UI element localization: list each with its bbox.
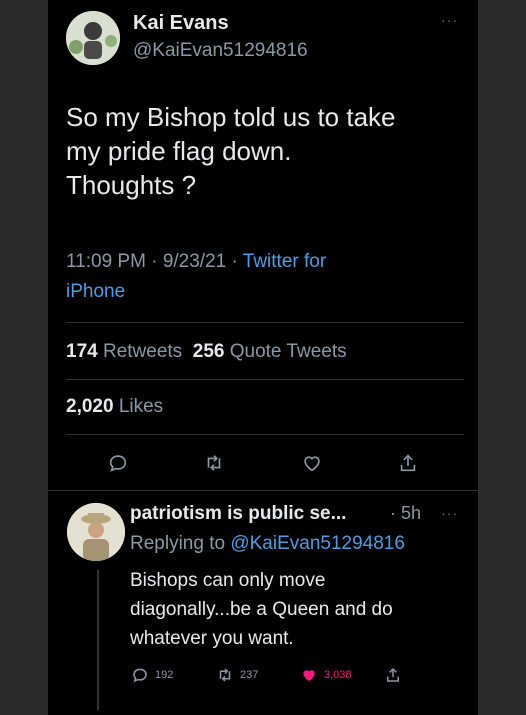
tweet-text: So my Bishop told us to take my pride fl… [66,100,466,202]
reply-text-line: whatever you want. [130,628,294,649]
reply-count: 192 [155,669,174,681]
share-icon [387,667,399,682]
divider [66,379,464,380]
reply-time[interactable]: · 5h [390,503,421,524]
like-icon[interactable] [299,450,325,476]
retweet-count: 237 [240,669,259,681]
replying-prefix: Replying to [130,533,226,554]
tweet-text-line: my pride flag down. [66,136,292,166]
retweet-stats[interactable]: 174 Retweets 256 Quote Tweets [66,341,347,363]
reply-icon [133,668,147,683]
divider [66,434,464,435]
likes-count: 2,020 [66,396,114,417]
heart-filled-icon [303,670,315,681]
replying-handle-link[interactable]: @KaiEvan51294816 [230,533,405,554]
divider [48,490,478,491]
tweet-source-link-2[interactable]: iPhone [66,281,125,302]
reply-text: Bishops can only move diagonally...be a … [130,566,460,653]
reply-reply-button[interactable]: 192 [131,666,173,684]
thread-line [97,570,99,710]
replying-to: Replying to @KaiEvan51294816 [130,533,405,555]
tweet-time[interactable]: 11:09 PM [66,251,146,272]
tweet-text-line: So my Bishop told us to take [66,102,396,132]
reply-text-line: Bishops can only move [130,570,326,591]
share-icon[interactable] [395,450,421,476]
author-avatar[interactable] [66,11,120,65]
reply-like-button[interactable]: 3,038 [300,666,352,684]
reply-author-name[interactable]: patriotism is public se... [130,503,346,525]
reply-more-options-icon[interactable]: ··· [441,505,458,521]
tweet-meta: 11:09 PM · 9/23/21 · Twitter for iPhone [66,247,446,307]
retweet-icon[interactable] [201,450,227,476]
reply-author-avatar[interactable] [67,503,125,561]
author-name[interactable]: Kai Evans [133,12,229,35]
tweet-source-link[interactable]: Twitter for [243,251,326,272]
like-count: 3,038 [324,669,352,681]
meta-separator: · [151,251,158,272]
meta-separator: · [231,251,238,272]
reply-text-line: diagonally...be a Queen and do [130,599,393,620]
quotes-label: Quote Tweets [229,341,347,362]
author-handle[interactable]: @KaiEvan51294816 [133,40,308,62]
reply-icon[interactable] [105,450,131,476]
tweet-date[interactable]: 9/23/21 [163,251,226,272]
retweet-icon [219,668,231,682]
reply-share-button[interactable] [384,666,402,684]
divider [66,322,464,323]
likes-label: Likes [118,396,164,417]
retweets-count: 174 [66,341,98,362]
tweet-text-line: Thoughts ? [66,170,197,200]
more-options-icon[interactable]: ··· [441,12,458,28]
reply-retweet-button[interactable]: 237 [216,666,258,684]
quotes-count: 256 [192,341,225,362]
likes-stats[interactable]: 2,020 Likes [66,396,163,418]
retweets-label: Retweets [102,341,183,362]
